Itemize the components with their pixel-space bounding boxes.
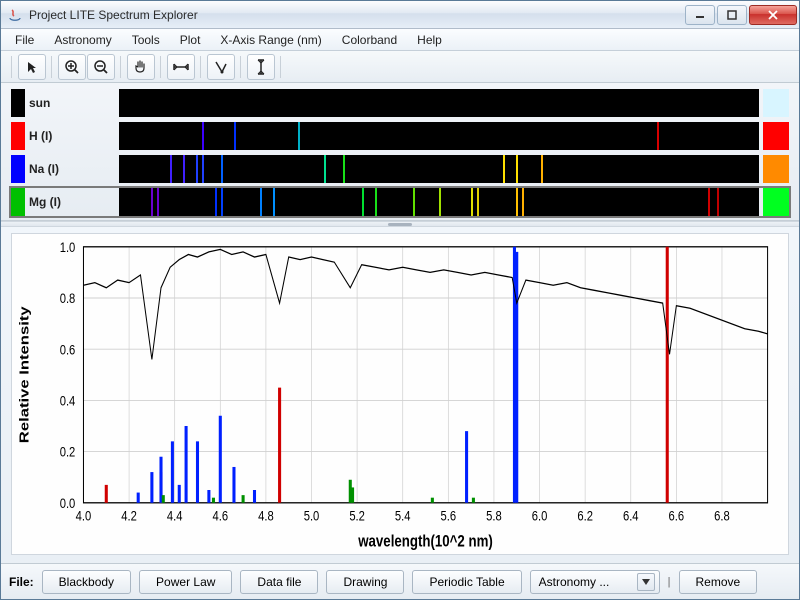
track-strip — [119, 89, 759, 117]
svg-text:5.0: 5.0 — [304, 507, 320, 524]
track-swatch — [11, 188, 25, 216]
svg-text:4.4: 4.4 — [167, 507, 183, 524]
svg-text:6.0: 6.0 — [532, 507, 548, 524]
track-swatch — [11, 155, 25, 183]
track-h-i-[interactable]: H (I) — [11, 122, 789, 150]
menu-astronomy[interactable]: Astronomy — [46, 31, 119, 49]
splitter-handle[interactable] — [1, 221, 799, 227]
svg-text:Relative Intensity: Relative Intensity — [17, 306, 32, 444]
intensity-plot[interactable]: 4.0 4.2 4.4 4.6 4.8 5.0 5.2 5.4 5.6 5.8 6.0 6.2 6.4 6… — [11, 233, 789, 555]
track-mg-i-[interactable]: Mg (I) — [11, 188, 789, 216]
remove-button[interactable]: Remove — [679, 570, 758, 594]
svg-text:1.0: 1.0 — [60, 239, 76, 256]
track-end-swatch — [763, 155, 789, 183]
periodic-table-button[interactable]: Periodic Table — [412, 570, 521, 594]
menu-colorband[interactable]: Colorband — [334, 31, 405, 49]
svg-text:5.4: 5.4 — [395, 507, 411, 524]
track-label: Mg (I) — [29, 188, 119, 216]
svg-text:0.2: 0.2 — [60, 443, 76, 460]
svg-text:4.2: 4.2 — [121, 507, 137, 524]
svg-text:5.8: 5.8 — [486, 507, 502, 524]
svg-text:6.8: 6.8 — [714, 507, 730, 524]
svg-text:5.6: 5.6 — [441, 507, 457, 524]
svg-text:0.6: 0.6 — [60, 341, 76, 358]
menu-plot[interactable]: Plot — [172, 31, 209, 49]
data-file-button[interactable]: Data file — [240, 570, 318, 594]
app-window: Project LITE Spectrum Explorer FileAstro… — [0, 0, 800, 600]
track-label: Na (I) — [29, 155, 119, 183]
svg-text:4.8: 4.8 — [258, 507, 274, 524]
toolbar — [1, 51, 799, 83]
menu-help[interactable]: Help — [409, 31, 450, 49]
y-range-tool[interactable] — [247, 54, 275, 80]
zoom-out-tool[interactable] — [87, 54, 115, 80]
pan-hand-tool[interactable] — [127, 54, 155, 80]
x-range-tool[interactable] — [167, 54, 195, 80]
svg-text:5.2: 5.2 — [349, 507, 365, 524]
track-swatch — [11, 89, 25, 117]
astronomy-combo[interactable]: Astronomy ... — [530, 570, 660, 594]
minimize-button[interactable] — [685, 5, 715, 25]
track-strip — [119, 188, 759, 216]
svg-text:4.6: 4.6 — [212, 507, 228, 524]
menubar: FileAstronomy ToolsPlotX-Axis Range (nm) C… — [1, 29, 799, 51]
track-strip — [119, 155, 759, 183]
track-end-swatch — [763, 188, 789, 216]
java-app-icon — [7, 7, 23, 23]
bottom-bar: File: Blackbody Power Law Data file Draw… — [1, 563, 799, 599]
combo-value: Astronomy ... — [539, 575, 610, 589]
zoom-in-tool[interactable] — [58, 54, 86, 80]
menu-tools[interactable]: Tools — [124, 31, 168, 49]
drawing-button[interactable]: Drawing — [326, 570, 404, 594]
track-end-swatch — [763, 122, 789, 150]
pointer-tool[interactable] — [18, 54, 46, 80]
menu-x-axis-range-nm-[interactable]: X-Axis Range (nm) — [212, 31, 329, 49]
window-title: Project LITE Spectrum Explorer — [29, 8, 683, 22]
svg-text:6.4: 6.4 — [623, 507, 639, 524]
svg-text:0.8: 0.8 — [60, 290, 76, 307]
track-end-swatch — [763, 89, 789, 117]
window-buttons — [683, 5, 797, 25]
spectrum-tracks: sun H (I) Na (I) Mg (I) — [1, 83, 799, 221]
svg-text:0.4: 0.4 — [60, 392, 76, 409]
svg-text:6.2: 6.2 — [577, 507, 593, 524]
titlebar: Project LITE Spectrum Explorer — [1, 1, 799, 29]
blackbody-button[interactable]: Blackbody — [42, 570, 131, 594]
track-swatch — [11, 122, 25, 150]
power-law-button[interactable]: Power Law — [139, 570, 232, 594]
file-label: File: — [9, 575, 34, 589]
menu-file[interactable]: File — [7, 31, 42, 49]
crosshair-tool[interactable] — [207, 54, 235, 80]
divider: | — [668, 576, 671, 588]
track-label: H (I) — [29, 122, 119, 150]
svg-text:wavelength(10^2 nm): wavelength(10^2 nm) — [357, 532, 492, 551]
svg-text:4.0: 4.0 — [76, 507, 92, 524]
track-label: sun — [29, 89, 119, 117]
track-na-i-[interactable]: Na (I) — [11, 155, 789, 183]
chevron-down-icon — [637, 573, 655, 591]
maximize-button[interactable] — [717, 5, 747, 25]
svg-text:6.6: 6.6 — [669, 507, 685, 524]
close-button[interactable] — [749, 5, 797, 25]
chart-svg: 4.0 4.2 4.4 4.6 4.8 5.0 5.2 5.4 5.6 5.8 6.0 6.2 6.4 6… — [12, 234, 788, 554]
track-strip — [119, 122, 759, 150]
svg-text:0.0: 0.0 — [60, 495, 76, 512]
track-sun[interactable]: sun — [11, 89, 789, 117]
